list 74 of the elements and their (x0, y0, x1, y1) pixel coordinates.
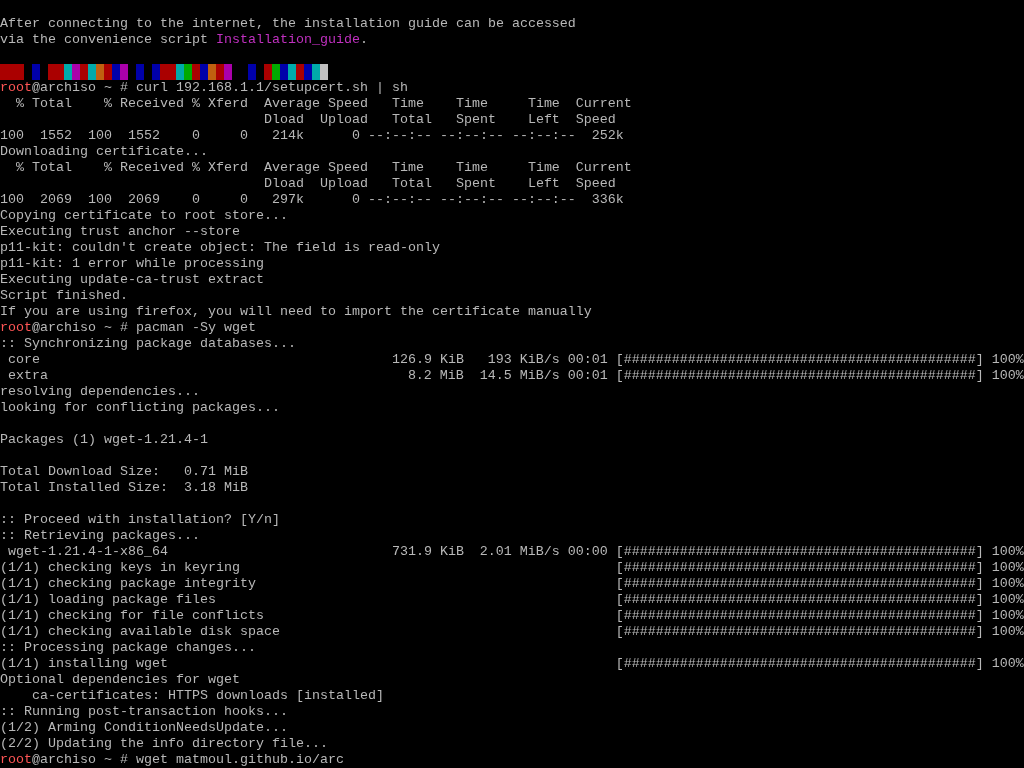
terminal-text: ca-certificates: HTTPS downloads [installed] (31, 688, 384, 704)
terminal-text: (1/1) checking keys in keyring (0, 560, 240, 576)
hash-mark-text: [############################################] (615, 608, 984, 624)
terminal-text: resolving dependencies... (0, 384, 200, 400)
hash-mark-text: [############################################] (615, 560, 984, 576)
download-size: 126.9 KiB (391, 352, 464, 368)
terminal-text: (2/2) Updating the info directory file... (0, 736, 328, 752)
terminal-text: :: Processing package changes... (0, 640, 256, 656)
terminal-text: % Total % Received % Xferd Average Speed Time Time Time Current (15, 96, 632, 112)
download-size: 8.2 MiB (407, 368, 464, 384)
progress-percent: 100% (991, 576, 1024, 592)
progress-percent: 100% (991, 544, 1024, 560)
terminal-text: (1/2) Arming ConditionNeedsUpdate... (0, 720, 288, 736)
hash-mark-text: [############################################] (615, 656, 984, 672)
terminal-text: :: Running post-transaction hooks... (0, 704, 288, 720)
terminal-text: After connecting to the internet, the installation guide can be accessed (0, 16, 576, 32)
terminal-text: (1/1) checking available disk space (0, 624, 280, 640)
hash-mark-text: [############################################] (615, 576, 984, 592)
hash-mark-text: [############################################] (615, 368, 984, 384)
terminal-text: via the convenience script (0, 32, 209, 48)
terminal-text: :: Synchronizing package databases... (0, 336, 296, 352)
terminal-text: wget-1.21.4-1-x86_64 (7, 544, 168, 560)
terminal-text: (1/1) installing wget (0, 656, 168, 672)
terminal-text: Packages (1) wget-1.21.4-1 (0, 432, 208, 448)
elapsed-time: 00:01 (567, 368, 608, 384)
terminal-text: Total Download Size: 0.71 MiB (0, 464, 248, 480)
terminal-text: Executing trust anchor --store (0, 224, 240, 240)
terminal-text: Executing update-ca-trust extract (0, 272, 264, 288)
terminal-text: looking for conflicting packages... (0, 400, 280, 416)
link[interactable]: Installation_guide (215, 32, 360, 48)
terminal-text: (1/1) loading package files (0, 592, 216, 608)
progress-percent: 100% (991, 656, 1024, 672)
progress-percent: 100% (991, 560, 1024, 576)
terminal-text: Total Installed Size: 3.18 MiB (0, 480, 248, 496)
terminal-text: Dload Upload Total Spent Left Speed (262, 112, 616, 128)
download-speed: 193 KiB/s (487, 352, 560, 368)
terminal-text: @archiso ~ # wget matmoul.github.io/arc (32, 752, 344, 768)
terminal-text: @archiso ~ # pacman -Sy wget (32, 320, 256, 336)
progress-percent: 100% (991, 352, 1024, 368)
username: root (0, 80, 32, 96)
progress-percent: 100% (991, 624, 1024, 640)
terminal-text: % Total % Received % Xferd Average Speed Time Time Time Current (15, 160, 632, 176)
hash-mark-text: [############################################] (615, 624, 984, 640)
terminal-text: Dload Upload Total Spent Left Speed (262, 176, 616, 192)
terminal-text: Optional dependencies for wget (0, 672, 240, 688)
hash-mark-text: [############################################] (615, 592, 984, 608)
download-speed: 2.01 MiB/s (479, 544, 560, 560)
terminal-text: p11-kit: 1 error while processing (0, 256, 264, 272)
terminal-text: (1/1) checking package integrity (0, 576, 256, 592)
hash-mark-text: [############################################] (615, 352, 984, 368)
username: root (0, 320, 32, 336)
terminal-text: @archiso ~ # curl 192.168.1.1/setupcert.sh | sh (32, 80, 408, 96)
terminal-text: Downloading certificate... (0, 144, 208, 160)
elapsed-time: 00:00 (567, 544, 608, 560)
terminal-text: . (359, 32, 368, 48)
terminal-text: p11-kit: couldn't create object: The field is read-only (0, 240, 440, 256)
progress-percent: 100% (991, 608, 1024, 624)
download-speed: 14.5 MiB/s (479, 368, 560, 384)
elapsed-time: 00:01 (567, 352, 608, 368)
terminal-text: core (7, 352, 40, 368)
username: root (0, 752, 32, 768)
hash-mark-text: [############################################] (615, 544, 984, 560)
terminal-text: :: Retrieving packages... (0, 528, 200, 544)
terminal-text: If you are using firefox, you will need to import the certificate manually (0, 304, 592, 320)
terminal-text: (1/1) checking for file conflicts (0, 608, 264, 624)
terminal-text: 100 2069 100 2069 0 0 297k 0 --:--:-- --:--:-- --:--:-- 336k (0, 192, 624, 208)
terminal-text: extra (7, 368, 48, 384)
progress-percent: 100% (991, 368, 1024, 384)
terminal-text: 100 1552 100 1552 0 0 214k 0 --:--:-- --:--:-- --:--:-- 252k (0, 128, 624, 144)
terminal-text: Script finished. (0, 288, 128, 304)
terminal-text: Copying certificate to root store... (0, 208, 288, 224)
download-size: 731.9 KiB (391, 544, 464, 560)
progress-percent: 100% (991, 592, 1024, 608)
terminal-text: :: Proceed with installation? [Y/n] (0, 512, 280, 528)
